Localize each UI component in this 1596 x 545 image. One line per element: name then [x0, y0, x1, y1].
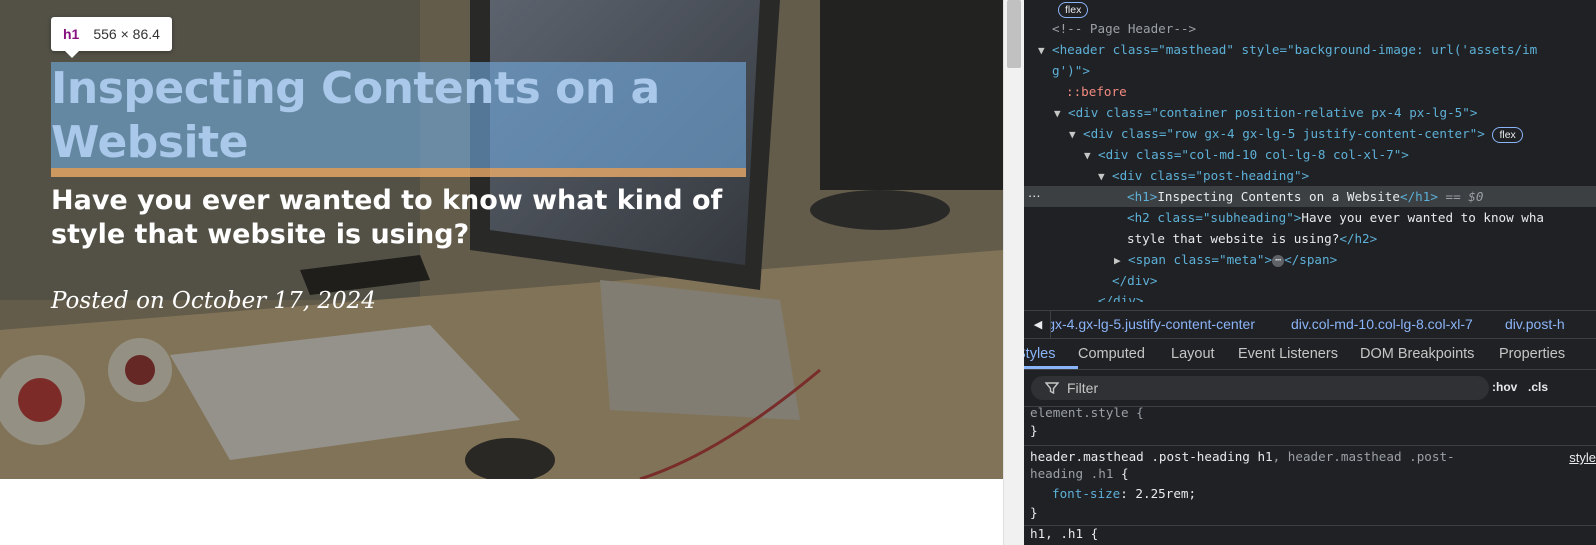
dom-line-container[interactable]: ▼ <div class="container position-relative… [1054, 102, 1477, 123]
active-tab-indicator [1024, 366, 1078, 369]
dom-line-post-heading[interactable]: ▼ <div class="post-heading"> [1098, 165, 1309, 186]
style-source-link[interactable]: style [1569, 450, 1596, 465]
dom-line-col[interactable]: ▼ <div class="col-md-10 col-lg-8 col-xl-7… [1084, 144, 1409, 165]
css-rule-selector-cont: heading .h1 { [1030, 466, 1129, 481]
filter-input[interactable]: Filter [1031, 376, 1489, 400]
tab-properties[interactable]: Properties [1499, 346, 1565, 362]
devtools-panel: flex <!-- Page Header--> ▼ <header class=… [1024, 0, 1596, 545]
flex-badge[interactable]: flex [1492, 126, 1523, 143]
hov-toggle[interactable]: :hov [1492, 380, 1517, 394]
more-options-icon[interactable]: ⋯ [1028, 186, 1041, 207]
expand-triangle-icon[interactable]: ▼ [1054, 103, 1068, 124]
dom-line-span-meta[interactable]: ▶ <span class="meta"> ⋯ </span> [1114, 249, 1337, 270]
elements-tree: flex <!-- Page Header--> ▼ <header class=… [1024, 0, 1596, 310]
tooltip-tag: h1 [63, 26, 80, 42]
element-style-rule[interactable]: element.style { [1030, 403, 1144, 422]
breadcrumb-item[interactable]: w.gx-4.gx-lg-5.justify-content-center [1034, 316, 1255, 332]
breadcrumb-item[interactable]: div.col-md-10.col-lg-8.col-xl-7 [1291, 316, 1473, 332]
expand-triangle-icon[interactable]: ▼ [1098, 166, 1112, 187]
post-title: Inspecting Contents on a Website [51, 63, 660, 168]
dom-line-h2[interactable]: <h2 class="subheading">Have you ever wan… [1127, 207, 1544, 228]
page-viewport: Inspecting Contents on a Website Have yo… [0, 0, 1003, 545]
page-scrollbar-thumb[interactable] [1007, 0, 1021, 68]
tooltip-dimensions: 556 × 86.4 [93, 26, 160, 42]
tab-layout[interactable]: Layout [1171, 346, 1215, 362]
breadcrumb: w.gx-4.gx-lg-5.justify-content-center di… [1024, 310, 1596, 339]
element-style-close: } [1030, 423, 1038, 438]
rule-divider [1024, 445, 1596, 446]
styles-toolbar: Filter :hov .cls [1024, 370, 1596, 407]
flex-badge[interactable]: flex [1058, 1, 1089, 18]
collapse-triangle-icon[interactable]: ▶ [1114, 250, 1128, 271]
page-scrollbar[interactable] [1003, 0, 1024, 545]
tab-dom-breakpoints[interactable]: DOM Breakpoints [1360, 346, 1474, 362]
breadcrumb-scroll-left-icon[interactable]: ◀ [1026, 311, 1051, 338]
dom-line-header-cont: g')"> [1052, 63, 1090, 78]
dom-line-h2-cont: style that website is using?</h2> [1127, 231, 1378, 246]
dom-line-div-close-cut[interactable]: </div> [1098, 290, 1144, 302]
rule-divider [1024, 525, 1596, 526]
expand-triangle-icon[interactable]: ▼ [1084, 145, 1098, 166]
dom-line-row[interactable]: ▼ <div class="row gx-4 gx-lg-5 justify-co… [1069, 123, 1523, 144]
dom-line-comment[interactable]: <!-- Page Header--> [1052, 18, 1196, 39]
tab-event-listeners[interactable]: Event Listeners [1238, 346, 1338, 362]
css-rule-close: } [1030, 505, 1038, 520]
breadcrumb-item[interactable]: div.post-h [1505, 316, 1565, 332]
dom-line-h1-selected[interactable]: ⋯ <h1>Inspecting Contents on a Website</… [1024, 186, 1596, 207]
dom-line-before[interactable]: ::before [1066, 81, 1127, 102]
cls-toggle[interactable]: .cls [1528, 380, 1548, 394]
tab-computed[interactable]: Computed [1078, 346, 1145, 362]
post-subheading: Have you ever wanted to know what kind o… [51, 185, 723, 250]
filter-icon [1045, 382, 1059, 395]
dom-line-flex: flex [1058, 0, 1089, 19]
expand-triangle-icon[interactable]: ▼ [1038, 40, 1052, 61]
expand-triangle-icon[interactable]: ▼ [1069, 124, 1083, 145]
css-declaration-font-size[interactable]: font-size: 2.25rem; [1052, 484, 1196, 503]
masthead: Inspecting Contents on a Website Have yo… [0, 0, 1003, 479]
dom-line-header[interactable]: ▼ <header class="masthead" style="backgro… [1038, 39, 1537, 60]
post-meta: Posted on October 17, 2024 [51, 288, 376, 314]
dom-line-div-close[interactable]: </div> [1112, 270, 1158, 291]
filter-placeholder: Filter [1067, 380, 1099, 396]
inspect-tooltip: h1 556 × 86.4 [51, 17, 172, 58]
styles-pane: element.style { } header.masthead .post-… [1024, 403, 1596, 545]
styles-tab-bar: Styles Computed Layout Event Listeners D… [1024, 339, 1596, 370]
tab-styles[interactable]: Styles [1024, 346, 1056, 362]
css-rule-next[interactable]: h1, .h1 { [1030, 528, 1098, 540]
collapsed-ellipsis[interactable]: ⋯ [1272, 254, 1285, 267]
